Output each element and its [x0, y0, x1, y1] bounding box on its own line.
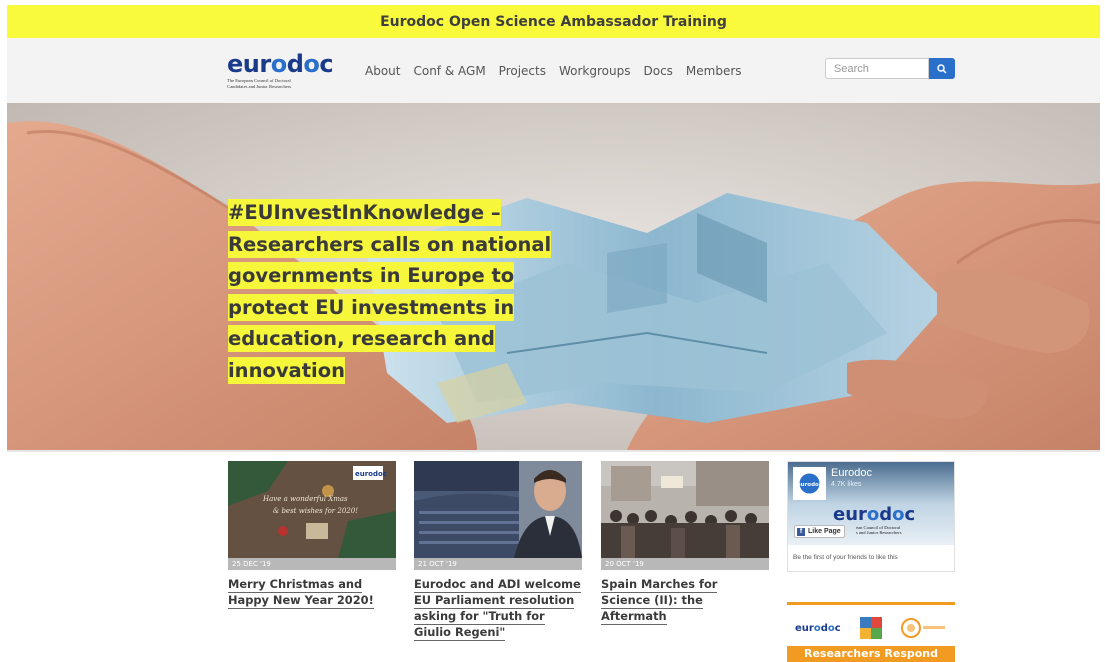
hero-slider[interactable]: #EUInvestInKnowledge – Researchers calls…: [7, 103, 1100, 450]
post-card-spain-marches[interactable]: 20 OCT '19 Spain Marches for Science (II…: [601, 461, 769, 625]
post-card-christmas[interactable]: eurodoc Have a wonderful Xmas & best wis…: [228, 461, 396, 609]
post-card-regeni[interactable]: 21 OCT '19 Eurodoc and ADI welcome EU Pa…: [414, 461, 582, 641]
post-date: 21 OCT '19: [414, 558, 582, 570]
facebook-cover-tagline: ean Council of Doctoral s and Junior Res…: [856, 525, 902, 535]
facebook-page-widget[interactable]: eurodoc Eurodoc 4.7K likes eurodoc ean C…: [787, 461, 955, 572]
nav-item-members[interactable]: Members: [686, 64, 742, 78]
facebook-cover-wordmark: eurodoc: [833, 504, 916, 525]
eurodoc-logo-icon: eurodoc: [795, 469, 824, 498]
hero-headline-text[interactable]: #EUInvestInKnowledge – Researchers calls…: [228, 199, 552, 384]
main-menu: About Conf & AGM Projects Workgroups Doc…: [365, 64, 755, 78]
banner-text[interactable]: Eurodoc Open Science Ambassador Training: [380, 14, 727, 30]
nav-item-docs[interactable]: Docs: [643, 64, 672, 78]
logo-tagline: The European Council of Doctoral Candida…: [227, 78, 292, 89]
partner-logos: eurodoc: [795, 613, 947, 643]
facebook-profile-picture[interactable]: eurodoc: [793, 467, 826, 500]
svg-text:& best wishes for 2020!: & best wishes for 2020!: [273, 507, 358, 515]
facebook-cover[interactable]: eurodoc Eurodoc 4.7K likes eurodoc ean C…: [788, 462, 954, 545]
post-date: 20 OCT '19: [601, 558, 769, 570]
svg-text:eurodoc: eurodoc: [797, 482, 822, 488]
post-title-link[interactable]: Eurodoc and ADI welcome EU Parliament re…: [414, 577, 581, 641]
young-academy-logo-icon: [900, 618, 945, 638]
search-icon: [937, 63, 947, 74]
post-title[interactable]: Spain Marches for Science (II): the Afte…: [601, 576, 769, 625]
search-input[interactable]: [825, 58, 929, 79]
announcement-banner[interactable]: Eurodoc Open Science Ambassador Training: [7, 5, 1100, 38]
post-thumbnail[interactable]: eurodoc Have a wonderful Xmas & best wis…: [228, 461, 396, 558]
eurodoc-logo: eurodoc: [795, 622, 841, 634]
researchers-respond-button[interactable]: Researchers Respond: [787, 646, 955, 662]
facebook-icon: f: [797, 527, 805, 536]
facebook-like-page-button[interactable]: f Like Page: [794, 525, 845, 538]
partner-logo-icon: [859, 617, 882, 639]
hero-headline[interactable]: #EUInvestInKnowledge – Researchers calls…: [228, 197, 588, 386]
researchers-respond-widget[interactable]: eurodoc Researchers Respond: [787, 602, 955, 662]
parliament-image: [414, 461, 582, 558]
post-title[interactable]: Eurodoc and ADI welcome EU Parliament re…: [414, 576, 582, 641]
post-date: 25 DEC '19: [228, 558, 396, 570]
post-title-link[interactable]: Spain Marches for Science (II): the Afte…: [601, 577, 718, 625]
svg-text:Have a wonderful Xmas: Have a wonderful Xmas: [262, 495, 348, 503]
nav-item-conf-agm[interactable]: Conf & AGM: [413, 64, 485, 78]
post-thumbnail[interactable]: [414, 461, 582, 558]
navbar: eurodoc The European Council of Doctoral…: [7, 38, 1100, 103]
post-title-link[interactable]: Merry Christmas and Happy New Year 2020!: [228, 577, 374, 609]
facebook-page-name[interactable]: Eurodoc: [831, 467, 872, 479]
christmas-image: eurodoc Have a wonderful Xmas & best wis…: [228, 461, 396, 558]
search-button[interactable]: [929, 58, 955, 79]
march-image: [601, 461, 769, 558]
nav-item-projects[interactable]: Projects: [499, 64, 546, 78]
post-title[interactable]: Merry Christmas and Happy New Year 2020!: [228, 576, 396, 609]
nav-item-workgroups[interactable]: Workgroups: [559, 64, 631, 78]
svg-text:eurodoc: eurodoc: [355, 470, 387, 478]
like-page-label: Like Page: [808, 528, 841, 535]
post-thumbnail[interactable]: [601, 461, 769, 558]
facebook-likes-count: 4.7K likes: [831, 481, 862, 488]
logo-wordmark: eurodoc: [227, 50, 334, 78]
site-logo[interactable]: eurodoc The European Council of Doctoral…: [227, 52, 337, 92]
search-form: [825, 58, 955, 80]
nav-item-about[interactable]: About: [365, 64, 400, 78]
hero-divider: [7, 450, 1100, 452]
facebook-friends-text: Be the first of your friends to like thi…: [793, 554, 898, 561]
